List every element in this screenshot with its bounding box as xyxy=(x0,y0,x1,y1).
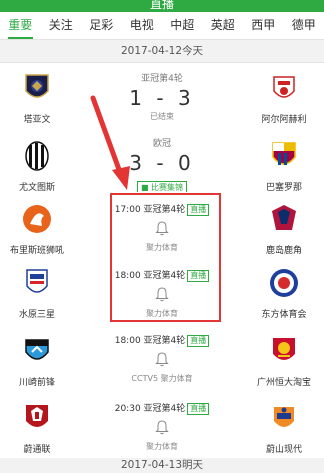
tab-bundesliga[interactable]: 德甲 xyxy=(284,12,324,39)
team-name: 东方体育会 xyxy=(261,310,307,320)
tab-following[interactable]: 关注 xyxy=(41,12,82,39)
team-logo-icon xyxy=(26,269,48,293)
match-score: 3 - 0 xyxy=(129,151,195,175)
tab-tv[interactable]: 电视 xyxy=(122,12,163,39)
home-team[interactable]: 塔亚文 xyxy=(0,71,77,125)
match-score: 1 - 3 xyxy=(129,86,195,110)
home-team[interactable]: 蔚通联 xyxy=(0,401,77,455)
match-row[interactable]: 蔚通联 20:30 亚冠第4轮 直播 聚力体育 蔚山现代 xyxy=(0,392,324,459)
match-center: 18:00 亚冠第4轮 直播 CCTV5 聚力体育 xyxy=(100,333,224,384)
home-team[interactable]: 布里斯班狮吼 xyxy=(0,202,77,256)
team-logo-icon xyxy=(23,205,51,233)
tab-laliga[interactable]: 西甲 xyxy=(243,12,284,39)
match-status: 已结束 xyxy=(150,112,174,121)
channel-label: CCTV5 聚力体育 xyxy=(131,374,193,383)
team-name: 布里斯班狮吼 xyxy=(9,246,64,256)
team-name: 塔亚文 xyxy=(23,115,51,125)
match-time-league: 20:30 亚冠第4轮 直播 xyxy=(100,401,224,415)
home-team[interactable]: 水原三星 xyxy=(0,266,77,320)
time-league-label: 18:00 亚冠第4轮 xyxy=(114,336,186,346)
away-team[interactable]: 巴塞罗那 xyxy=(244,139,324,193)
match-center: 亚冠第4轮 1 - 3 已结束 xyxy=(100,71,224,122)
tab-important[interactable]: 重要 xyxy=(0,12,41,39)
bell-icon[interactable] xyxy=(155,351,169,367)
team-name: 鹿岛鹿角 xyxy=(265,246,302,256)
away-team[interactable]: 广州恒大淘宝 xyxy=(244,334,324,388)
live-tag[interactable]: 直播 xyxy=(187,335,210,347)
away-team[interactable]: 阿尔阿赫利 xyxy=(244,71,324,125)
bell-icon[interactable] xyxy=(155,419,169,435)
match-center: 20:30 亚冠第4轮 直播 聚力体育 xyxy=(100,401,224,452)
video-icon: ■ xyxy=(140,183,149,192)
tab-bar: 重要 关注 足彩 电视 中超 英超 西甲 德甲 xyxy=(0,12,324,40)
time-league-label: 20:30 亚冠第4轮 xyxy=(114,404,186,414)
team-name: 蔚山现代 xyxy=(265,445,302,455)
team-name: 水原三星 xyxy=(18,310,55,320)
team-logo-icon xyxy=(25,74,49,98)
team-logo-icon xyxy=(270,269,298,297)
highlight-box xyxy=(110,193,221,322)
live-tag[interactable]: 直播 xyxy=(187,403,210,415)
match-time-league: 18:00 亚冠第4轮 直播 xyxy=(100,333,224,347)
date-header-today: 2017-04-12今天 xyxy=(0,40,324,63)
tab-epl[interactable]: 英超 xyxy=(203,12,244,39)
league-label: 亚冠第4轮 xyxy=(141,74,183,84)
page-title: 直播 xyxy=(149,0,174,11)
highlights-label: 比赛集锦 xyxy=(151,183,184,192)
team-logo-icon xyxy=(26,405,48,427)
app-header: 直播 xyxy=(0,0,324,12)
away-team[interactable]: 鹿岛鹿角 xyxy=(244,202,324,256)
home-team[interactable]: 川崎前锋 xyxy=(0,334,77,388)
tab-csl[interactable]: 中超 xyxy=(162,12,203,39)
home-team[interactable]: 尤文图斯 xyxy=(0,139,77,193)
away-team[interactable]: 蔚山现代 xyxy=(244,401,324,455)
match-center: 欧冠 3 - 0 ■ 比赛集锦 xyxy=(100,136,224,194)
match-row[interactable]: 尤文图斯 欧冠 3 - 0 ■ 比赛集锦 巴塞罗那 xyxy=(0,129,324,194)
match-row[interactable]: 川崎前锋 18:00 亚冠第4轮 直播 CCTV5 聚力体育 广州恒大淘宝 xyxy=(0,324,324,393)
away-team[interactable]: 东方体育会 xyxy=(244,266,324,320)
team-logo-icon xyxy=(272,205,296,230)
team-logo-icon xyxy=(25,141,49,171)
team-logo-icon xyxy=(25,339,49,360)
league-label: 欧冠 xyxy=(152,139,171,149)
team-logo-icon xyxy=(274,407,294,427)
channel-label: 聚力体育 xyxy=(146,442,178,451)
team-name: 蔚通联 xyxy=(23,445,51,455)
team-name: 阿尔阿赫利 xyxy=(261,115,307,125)
match-row[interactable]: 塔亚文 亚冠第4轮 1 - 3 已结束 阿尔阿赫利 xyxy=(0,63,324,130)
team-logo-icon xyxy=(273,338,295,360)
date-header-tomorrow: 2017-04-13明天 xyxy=(0,458,324,473)
tab-lottery[interactable]: 足彩 xyxy=(81,12,122,39)
team-logo-icon xyxy=(272,142,296,165)
team-logo-icon xyxy=(273,76,295,98)
team-name: 广州恒大淘宝 xyxy=(256,378,311,388)
team-name: 川崎前锋 xyxy=(18,378,55,388)
